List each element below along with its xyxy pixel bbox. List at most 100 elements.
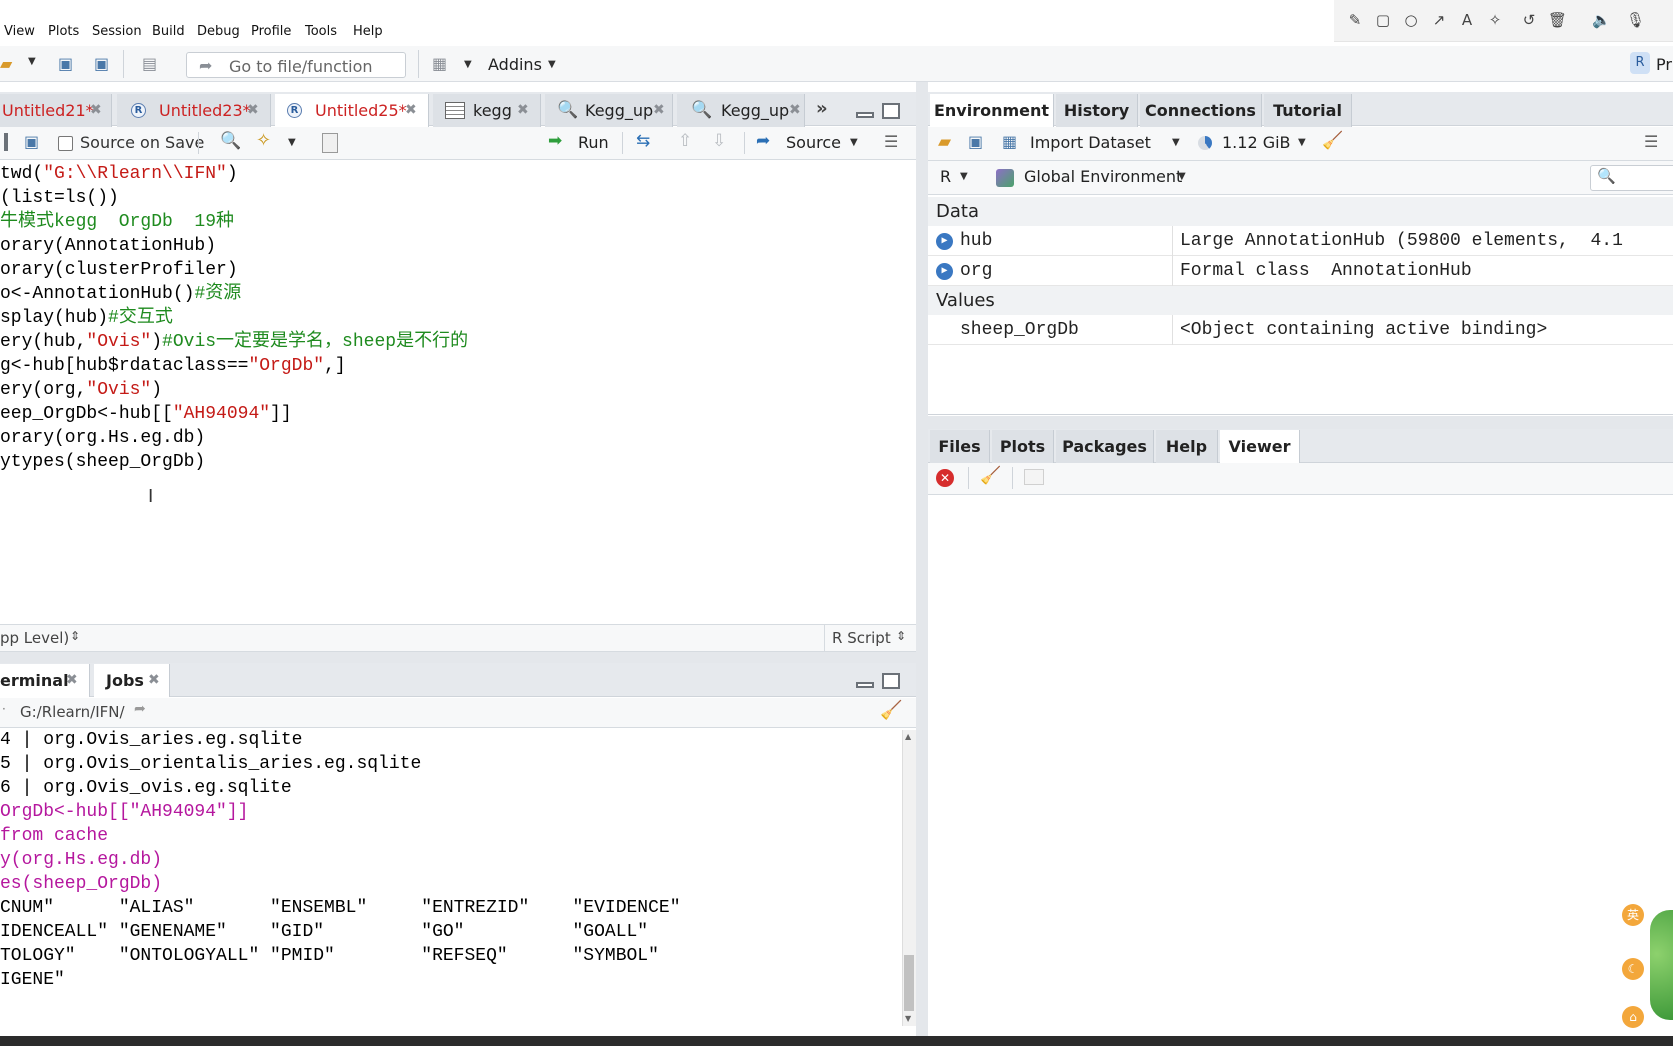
remove-viewer-icon[interactable]: ✕ [936,469,954,487]
shirt-icon[interactable]: ⌂ [1622,1006,1644,1028]
rectangle-icon[interactable]: ▢ [1374,11,1392,29]
goto-file-input[interactable]: ➦ Go to file/function [186,52,406,78]
maximize-pane-icon[interactable] [882,673,900,689]
find-icon[interactable]: 🔍 [220,131,241,151]
tab-untitled25[interactable]: R Untitled25* ✖ [275,94,429,127]
speaker-icon[interactable]: 🔈 [1592,11,1611,29]
env-row-sheep-orgdb[interactable]: sheep_OrgDb <Object containing active bi… [928,315,1673,345]
menu-tools[interactable]: Tools [305,24,337,39]
compile-report-icon[interactable] [322,133,338,153]
code-editor[interactable]: twd("G:\\Rlearn\\IFN") (list=ls()) 牛模式kegg… [0,160,916,624]
source-button[interactable]: Source [786,133,841,152]
tab-tutorial[interactable]: Tutorial [1264,94,1352,127]
menu-session[interactable]: Session [92,24,142,39]
addins-dropdown-icon[interactable]: ▼ [548,59,556,70]
broom-icon[interactable]: 🧹 [1322,131,1343,151]
close-icon[interactable]: ✖ [247,94,259,127]
minimize-pane-icon[interactable] [856,682,874,688]
menu-build[interactable]: Build [152,24,185,39]
microphone-icon[interactable]: 🎙 [1626,11,1645,29]
save-all-icon[interactable]: ▣ [94,54,109,74]
clear-console-icon[interactable]: 🧹 [880,700,902,721]
language-select[interactable]: R [940,167,951,186]
language-dropdown-icon[interactable]: ▼ [960,171,968,182]
expand-icon[interactable]: ▶ [936,263,953,280]
undo-icon[interactable]: ↺ [1520,11,1538,29]
go-up-icon[interactable]: ⇧ [678,131,692,151]
menu-plots[interactable]: Plots [48,24,79,39]
circle-icon[interactable]: ○ [1402,11,1420,29]
code-tools-dropdown-icon[interactable]: ▼ [288,137,296,148]
close-icon[interactable]: ✖ [148,664,160,697]
tab-viewer[interactable]: Viewer [1220,430,1300,463]
console-scroll-thumb[interactable] [904,955,914,1011]
print-icon[interactable]: ▤ [142,54,157,74]
open-folder-icon[interactable]: ▰ [0,54,12,74]
pencil-icon[interactable]: ✎ [1346,11,1364,29]
menu-view[interactable]: View [4,24,35,39]
tab-packages[interactable]: Packages [1056,430,1154,463]
tab-untitled23[interactable]: R Untitled23* ✖ [117,94,271,127]
code-line[interactable]: g<-hub[hub$rdataclass=="OrgDb",] [0,354,346,378]
outline-icon[interactable]: ☰ [884,132,898,151]
save-workspace-icon[interactable]: ▣ [968,132,983,151]
popout-icon[interactable] [1024,469,1044,485]
addins-menu[interactable]: Addins [488,55,542,74]
import-dataset-button[interactable]: Import Dataset [1030,133,1151,152]
open-dropdown-icon[interactable]: ▼ [28,56,36,67]
import-dataset-icon[interactable]: ▦ [1002,132,1017,151]
code-line[interactable]: splay(hub)#交互式 [0,306,173,330]
menu-debug[interactable]: Debug [197,24,240,39]
run-button[interactable]: Run [578,133,609,152]
tab-plots[interactable]: Plots [992,430,1054,463]
code-line[interactable]: 牛模式kegg OrgDb 19种 [0,210,234,234]
code-line[interactable]: o<-AnnotationHub()#资源 [0,282,241,306]
magic-wand-icon[interactable]: ✧ [1486,11,1504,29]
moon-icon[interactable]: ☾ [1622,958,1644,980]
load-workspace-icon[interactable]: ▰ [938,132,951,152]
horizontal-splitter[interactable] [0,652,916,663]
run-arrow-icon[interactable]: ➡ [548,131,562,151]
save-icon[interactable]: ▣ [58,54,73,74]
expand-icon[interactable]: ▶ [936,233,953,250]
project-label[interactable]: Pr [1656,55,1672,74]
grid-layout-icon[interactable]: ▦ [432,54,447,74]
close-icon[interactable]: ✖ [517,94,529,127]
tab-untitled21[interactable]: Untitled21* ✖ [0,94,112,127]
ime-language-badge[interactable]: 英 [1622,904,1644,926]
source-on-save-checkbox[interactable] [58,136,73,151]
save-icon[interactable]: ▣ [24,132,39,151]
code-line[interactable]: orary(org.Hs.eg.db) [0,426,205,450]
close-icon[interactable]: ✖ [66,664,78,697]
file-type-indicator[interactable]: R Script [832,629,891,647]
rerun-icon[interactable]: ⇆ [636,131,650,151]
magic-wand-icon[interactable]: ✧ [256,130,271,151]
memory-dropdown-icon[interactable]: ▼ [1298,137,1306,148]
scroll-up-icon[interactable]: ▲ [905,732,911,741]
tab-history[interactable]: History [1056,94,1138,127]
env-row-org[interactable]: ▶ org Formal class AnnotationHub [928,256,1673,286]
env-row-hub[interactable]: ▶ hub Large AnnotationHub (59800 element… [928,226,1673,256]
horizontal-splitter-right[interactable] [928,416,1673,429]
close-icon[interactable]: ✖ [789,94,801,127]
code-line[interactable]: (list=ls()) [0,186,119,210]
close-icon[interactable]: ✖ [405,94,417,127]
tab-help[interactable]: Help [1156,430,1218,463]
minimize-pane-icon[interactable] [856,112,874,118]
project-icon[interactable]: R [1630,52,1650,74]
code-line[interactable]: orary(AnnotationHub) [0,234,216,258]
list-view-icon[interactable]: ☰ [1644,132,1658,151]
arrow-icon[interactable]: ↗ [1430,11,1448,29]
scroll-down-icon[interactable]: ▼ [905,1014,911,1023]
code-line[interactable]: eep_OrgDb<-hub[["AH94094"]] [0,402,292,426]
tab-kegg[interactable]: kegg ✖ [433,94,541,127]
go-down-icon[interactable]: ⇩ [712,131,726,151]
code-line[interactable]: ytypes(sheep_OrgDb) [0,450,205,474]
data-section-header[interactable]: Data [928,197,1673,226]
maximize-pane-icon[interactable] [882,103,900,119]
vertical-splitter[interactable] [916,82,928,1036]
environment-search-input[interactable]: 🔍 [1590,165,1673,191]
working-directory[interactable]: G:/Rlearn/IFN/ [20,703,125,721]
clear-viewer-icon[interactable]: 🧹 [980,466,1001,486]
text-icon[interactable]: A [1458,11,1476,29]
